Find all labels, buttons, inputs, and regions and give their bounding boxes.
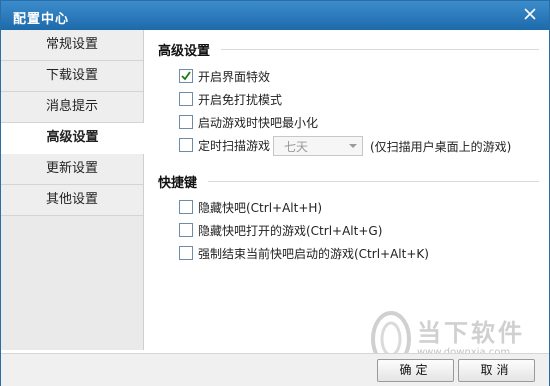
checkbox-checked[interactable]	[179, 69, 193, 83]
option-label: 隐藏快吧打开的游戏(Ctrl+Alt+G)	[198, 224, 383, 238]
advanced-section-title: 高级设置	[158, 44, 211, 59]
chevron-down-icon	[346, 137, 360, 155]
option-label: 定时扫描游戏	[198, 139, 271, 153]
sidebar-item-other[interactable]: 其他设置	[1, 185, 143, 216]
checkbox[interactable]	[179, 92, 193, 106]
close-icon[interactable]	[521, 5, 539, 23]
hotkeys-section-title: 快捷键	[158, 176, 198, 191]
dialog-footer: 确定 取消	[1, 353, 549, 386]
checkbox[interactable]	[179, 223, 193, 237]
sidebar-item-update[interactable]: 更新设置	[1, 154, 143, 185]
title-bar[interactable]: 配置中心	[1, 1, 549, 30]
settings-dialog: 配置中心 常规设置 下载设置 消息提示 高级设置 更新设置 其他设置 高级设置 …	[0, 0, 550, 386]
sidebar-item-notification[interactable]: 消息提示	[1, 92, 143, 123]
section-divider	[221, 49, 539, 50]
option-label: 隐藏快吧(Ctrl+Alt+H)	[198, 201, 323, 215]
option-label: 开启免打扰模式	[198, 93, 283, 107]
checkbox[interactable]	[179, 115, 193, 129]
scan-interval-select[interactable]: 七天	[273, 136, 363, 156]
section-divider	[208, 181, 539, 182]
sidebar-item-download[interactable]: 下载设置	[1, 61, 143, 92]
option-label: 开启界面特效	[198, 70, 271, 84]
sidebar: 常规设置 下载设置 消息提示 高级设置 更新设置 其他设置	[1, 30, 144, 350]
checkbox[interactable]	[179, 200, 193, 214]
scan-note: (仅扫描用户桌面上的游戏)	[370, 140, 512, 154]
checkbox[interactable]	[179, 246, 193, 260]
content-area: 常规设置 下载设置 消息提示 高级设置 更新设置 其他设置 高级设置 开启界面特…	[1, 30, 549, 353]
sidebar-item-advanced[interactable]: 高级设置	[1, 123, 144, 154]
ok-button[interactable]: 确定	[377, 359, 454, 382]
checkbox[interactable]	[179, 138, 193, 152]
window-title: 配置中心	[13, 12, 70, 27]
option-label: 强制结束当前快吧启动的游戏(Ctrl+Alt+K)	[198, 247, 429, 261]
option-label: 启动游戏时快吧最小化	[198, 116, 319, 130]
cancel-button[interactable]: 取消	[458, 359, 535, 382]
scan-interval-value: 七天	[284, 140, 309, 154]
sidebar-item-general[interactable]: 常规设置	[1, 30, 143, 61]
